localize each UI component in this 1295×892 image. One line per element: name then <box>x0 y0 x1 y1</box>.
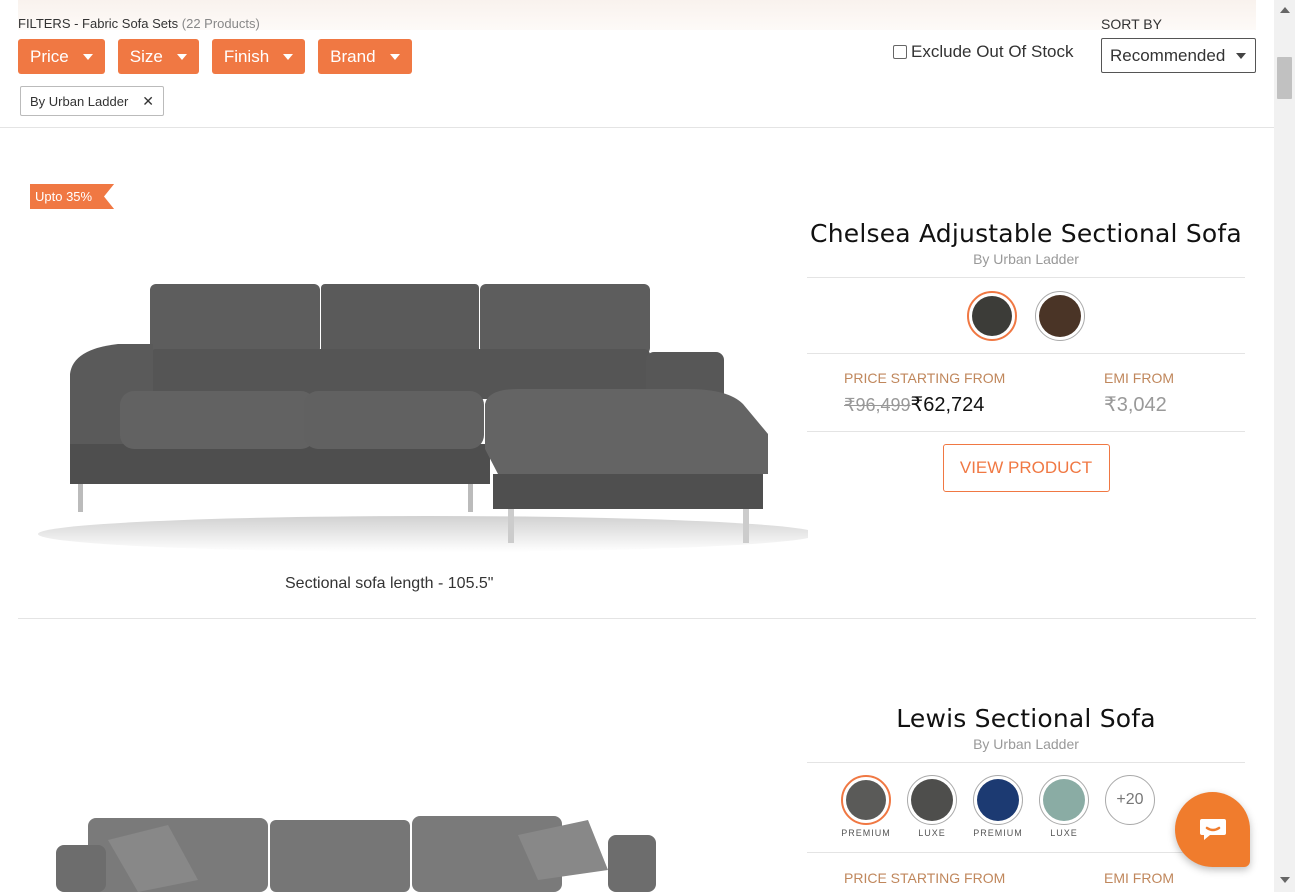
product-name[interactable]: Lewis Sectional Sofa <box>807 704 1245 733</box>
scroll-down-arrow-icon[interactable] <box>1280 877 1290 883</box>
chat-button[interactable] <box>1175 792 1250 867</box>
sort-label: SORT BY <box>1101 16 1162 32</box>
divider <box>807 431 1245 432</box>
swatch-item[interactable]: +20 <box>1105 775 1155 838</box>
filters-title: FILTERS - Fabric Sofa Sets (22 Products) <box>18 16 260 31</box>
swatch-item[interactable]: LUXE <box>1039 775 1089 838</box>
price-row: PRICE STARTING FROM EMI FROM <box>807 853 1245 892</box>
swatch-fill <box>972 296 1012 336</box>
price-label: PRICE STARTING FROM <box>844 870 1006 886</box>
emi-value: ₹3,042 <box>1104 394 1167 416</box>
color-swatches: PREMIUM LUXE PREMIUM LUXE +20 <box>751 763 1245 852</box>
price-value: ₹96,499₹62,724 <box>844 392 1026 417</box>
emi-block: EMI FROM <box>1026 870 1245 886</box>
swatch-item[interactable]: PREMIUM <box>841 775 891 838</box>
color-swatches <box>807 278 1245 353</box>
exclude-out-of-stock[interactable]: Exclude Out Of Stock <box>893 42 1074 62</box>
product-brand: By Urban Ladder <box>973 251 1079 267</box>
size-filter-label: Size <box>129 46 163 66</box>
price-block: PRICE STARTING FROM <box>807 870 1026 886</box>
product-info: Lewis Sectional Sofa By Urban Ladder PRE… <box>807 704 1245 892</box>
chevron-down-icon <box>1236 52 1246 59</box>
swatch-item[interactable]: PREMIUM <box>973 775 1023 838</box>
product-image[interactable] <box>28 249 808 579</box>
image-caption: Sectional sofa length - 105.5" <box>285 575 494 592</box>
size-filter-button[interactable]: Size <box>117 39 199 74</box>
view-product-button[interactable]: VIEW PRODUCT <box>942 444 1110 492</box>
filters-title-prefix: FILTERS - <box>18 16 83 31</box>
applied-filter-label: By Urban Ladder <box>30 93 129 109</box>
price-filter-label: Price <box>30 46 69 66</box>
swatch-item[interactable]: LUXE <box>907 775 957 838</box>
product-info: Chelsea Adjustable Sectional Sofa By Urb… <box>807 219 1245 492</box>
swatch-fill <box>911 779 953 821</box>
brand-filter-label: Brand <box>330 46 376 66</box>
price-label: PRICE STARTING FROM <box>844 370 1006 386</box>
price-block: PRICE STARTING FROM ₹96,499₹62,724 <box>807 370 1026 417</box>
more-swatches-button[interactable]: +20 <box>1105 775 1155 825</box>
swatch-fill <box>1043 779 1085 821</box>
filters-category: Fabric Sofa Sets <box>82 16 179 31</box>
sale-price: ₹62,724 <box>910 394 985 416</box>
color-swatch[interactable] <box>1035 291 1085 341</box>
emi-label: EMI FROM <box>1104 870 1174 886</box>
swatch-label: LUXE <box>1050 828 1078 838</box>
discount-badge: Upto 35% <box>30 184 115 209</box>
chevron-down-icon <box>176 53 187 60</box>
emi-label: EMI FROM <box>1104 370 1174 386</box>
swatch-label: PREMIUM <box>841 828 891 838</box>
applied-filter-chip[interactable]: By Urban Ladder ✕ <box>20 86 165 116</box>
emi-block: EMI FROM ₹3,042 <box>1026 370 1245 417</box>
filter-bar: FILTERS - Fabric Sofa Sets (22 Products)… <box>0 0 1274 128</box>
swatch-fill <box>977 779 1019 821</box>
sort-selected-value: Recommended <box>1110 45 1226 65</box>
swatch-fill <box>1039 295 1081 337</box>
filter-buttons: Price Size Finish Brand <box>18 39 412 74</box>
brand-filter-button[interactable]: Brand <box>318 39 412 74</box>
chevron-down-icon <box>283 53 294 60</box>
product-card[interactable]: Lewis Sectional Sofa By Urban Ladder PRE… <box>18 620 1256 892</box>
product-card[interactable]: Upto 35% Sectional sofa length - 105.5" … <box>18 129 1256 619</box>
chevron-down-icon <box>389 53 400 60</box>
exclude-out-of-stock-checkbox[interactable] <box>893 45 907 59</box>
scrollbar[interactable] <box>1274 0 1295 892</box>
product-count: (22 Products) <box>181 16 260 31</box>
scroll-thumb[interactable] <box>1277 57 1292 99</box>
original-price: ₹96,499 <box>844 395 911 415</box>
swatch-label: LUXE <box>918 828 946 838</box>
price-row: PRICE STARTING FROM ₹96,499₹62,724 EMI F… <box>807 354 1245 431</box>
product-brand: By Urban Ladder <box>973 736 1079 752</box>
chevron-down-icon <box>82 53 93 60</box>
swatch-label: PREMIUM <box>973 828 1023 838</box>
finish-filter-button[interactable]: Finish <box>211 39 306 74</box>
color-swatch[interactable] <box>907 775 957 825</box>
exclude-out-of-stock-label: Exclude Out Of Stock <box>911 42 1074 61</box>
finish-filter-label: Finish <box>223 46 270 66</box>
color-swatch[interactable] <box>1039 775 1089 825</box>
sort-select[interactable]: Recommended <box>1101 38 1256 73</box>
color-swatch[interactable] <box>967 291 1017 341</box>
color-swatch[interactable] <box>841 775 891 825</box>
color-swatch[interactable] <box>973 775 1023 825</box>
product-image[interactable] <box>48 810 688 892</box>
scroll-up-arrow-icon[interactable] <box>1280 7 1290 13</box>
product-name[interactable]: Chelsea Adjustable Sectional Sofa <box>807 219 1245 248</box>
chat-icon <box>1199 818 1226 840</box>
close-icon[interactable]: ✕ <box>142 93 154 110</box>
swatch-fill <box>846 780 886 820</box>
price-filter-button[interactable]: Price <box>18 39 105 74</box>
